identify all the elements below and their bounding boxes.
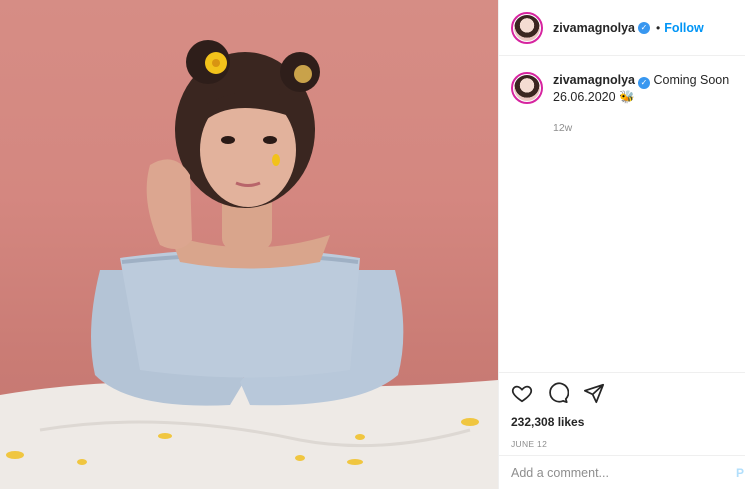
likes-count[interactable]: 232,308 likes [511, 415, 734, 429]
avatar[interactable] [511, 11, 543, 44]
verified-badge-icon: ✓ [637, 77, 650, 89]
verified-badge-icon: ✓ [637, 21, 650, 34]
timestamp-link[interactable]: 12w [553, 120, 733, 137]
actions-section: 232,308 likes JUNE 12 [499, 372, 745, 449]
follow-button[interactable]: Follow [664, 21, 704, 35]
comment-bubble-icon[interactable] [547, 382, 569, 404]
heart-icon[interactable] [511, 382, 533, 404]
comment-box: P [499, 455, 745, 489]
post-photo-illustration [0, 40, 498, 489]
bee-emoji: 🐝 [619, 90, 635, 104]
instagram-post: zivamagnolya ✓ • Follow zivamagnolya ✓ Co… [0, 0, 745, 489]
caption-username-link[interactable]: zivamagnolya [553, 73, 635, 87]
caption-avatar[interactable] [511, 72, 543, 104]
post-comment-button[interactable]: P [736, 466, 744, 480]
action-icons [511, 381, 734, 405]
paper-plane-icon[interactable] [583, 382, 605, 404]
post-date: JUNE 12 [511, 439, 548, 449]
caption: zivamagnolya ✓ Coming Soon 26.06.2020 🐝 1… [499, 56, 745, 137]
post-photo[interactable] [0, 0, 498, 489]
post-sidebar: zivamagnolya ✓ • Follow zivamagnolya ✓ Co… [498, 0, 745, 489]
username-link[interactable]: zivamagnolya [553, 21, 635, 35]
post-header: zivamagnolya ✓ • Follow [499, 0, 745, 56]
caption-body: zivamagnolya ✓ Coming Soon 26.06.2020 🐝 1… [553, 72, 733, 137]
comment-input[interactable] [511, 465, 721, 480]
separator-dot: • [655, 20, 661, 35]
